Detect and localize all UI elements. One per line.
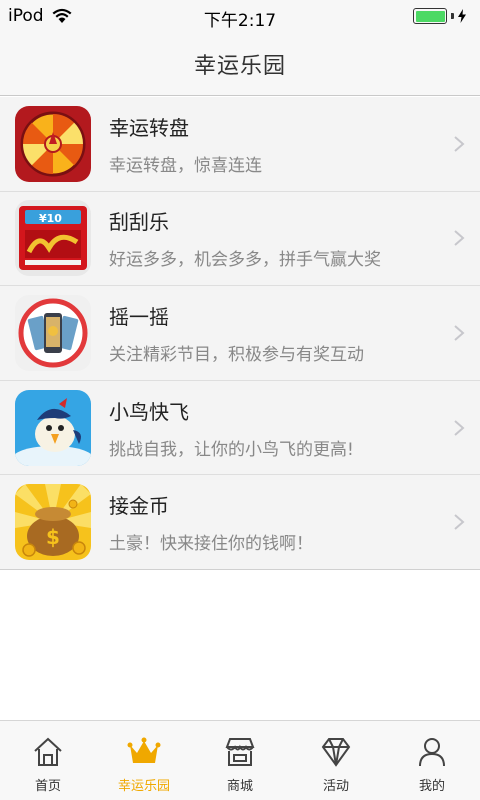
diamond-icon <box>321 738 351 767</box>
carrier-label: iPod <box>8 6 44 26</box>
battery-indicator <box>413 8 466 24</box>
gold-coins-icon: $ <box>15 484 91 561</box>
item-text: 接金币 土豪！快来接住你的钱啊！ <box>109 490 313 554</box>
shop-icon <box>225 738 255 766</box>
chevron-right-icon <box>454 419 465 436</box>
tab-bar: 首页 幸运乐园 商城 活动 我的 <box>0 720 480 800</box>
game-list: 幸运转盘 幸运转盘，惊喜连连 ¥10 刮刮乐 好运多多，机会多多，拼手气赢大奖 <box>0 97 480 570</box>
chevron-right-icon <box>454 514 465 530</box>
svg-text:¥10: ¥10 <box>39 212 62 225</box>
item-title: 幸运转盘 <box>109 115 189 140</box>
tab-shop[interactable]: 商城 <box>192 721 288 800</box>
battery-fill <box>415 10 445 22</box>
tab-me[interactable]: 我的 <box>384 721 480 800</box>
tab-activity[interactable]: 活动 <box>288 721 384 800</box>
item-title: 摇一摇 <box>109 304 169 329</box>
shake-phone-icon <box>15 294 91 371</box>
svg-text:$: $ <box>46 525 60 549</box>
list-item-lucky-wheel[interactable]: 幸运转盘 幸运转盘，惊喜连连 <box>0 97 480 192</box>
wheel-icon <box>15 105 91 182</box>
item-description: 关注精彩节目，积极参与有奖互动 <box>109 344 364 365</box>
crown-icon <box>127 737 161 763</box>
status-time: 下午2:17 <box>203 11 277 31</box>
item-title: 小鸟快飞 <box>109 399 189 424</box>
home-icon <box>34 737 62 766</box>
chevron-right-icon <box>454 136 465 152</box>
list-item-flappy-bird[interactable]: 小鸟快飞 挑战自我，让你的小鸟飞的更高! <box>0 381 480 476</box>
tab-label: 商城 <box>226 779 253 794</box>
item-description: 挑战自我，让你的小鸟飞的更高! <box>109 439 354 460</box>
item-description: 幸运转盘，惊喜连连 <box>109 155 262 176</box>
item-description: 土豪！快来接住你的钱啊！ <box>109 534 313 555</box>
item-text: 摇一摇 关注精彩节目，积极参与有奖互动 <box>109 301 364 365</box>
scratch-card-icon: ¥10 <box>15 200 91 277</box>
item-text: 幸运转盘 幸运转盘，惊喜连连 <box>109 112 262 176</box>
wifi-icon <box>52 8 72 23</box>
tab-lucky-park[interactable]: 幸运乐园 <box>96 721 192 800</box>
item-title: 接金币 <box>109 494 169 519</box>
chevron-right-icon <box>454 230 465 247</box>
battery-body <box>413 8 447 24</box>
navigation-bar: 幸运乐园 <box>0 32 480 96</box>
battery-tip <box>451 13 454 19</box>
list-item-shake[interactable]: 摇一摇 关注精彩节目，积极参与有奖互动 <box>0 286 480 381</box>
charging-bolt-icon <box>458 9 466 23</box>
item-title: 刮刮乐 <box>109 210 169 235</box>
status-left: iPod <box>8 6 72 26</box>
chevron-right-icon <box>454 325 465 341</box>
user-icon <box>419 738 445 767</box>
tab-label: 我的 <box>418 779 445 794</box>
item-text: 刮刮乐 好运多多，机会多多，拼手气赢大奖 <box>109 206 381 270</box>
tab-label: 首页 <box>34 779 61 794</box>
tab-label: 活动 <box>322 779 349 794</box>
list-item-catch-coins[interactable]: $ 接金币 土豪！快来接住你的钱啊！ <box>0 475 480 570</box>
tab-label: 幸运乐园 <box>117 779 170 794</box>
item-text: 小鸟快飞 挑战自我，让你的小鸟飞的更高! <box>109 396 354 460</box>
page-title: 幸运乐园 <box>193 53 286 79</box>
list-item-scratch-card[interactable]: ¥10 刮刮乐 好运多多，机会多多，拼手气赢大奖 <box>0 192 480 287</box>
bird-icon <box>15 389 91 466</box>
item-description: 好运多多，机会多多，拼手气赢大奖 <box>109 250 381 271</box>
status-bar: iPod 下午2:17 <box>0 0 480 32</box>
tab-home[interactable]: 首页 <box>0 721 96 800</box>
